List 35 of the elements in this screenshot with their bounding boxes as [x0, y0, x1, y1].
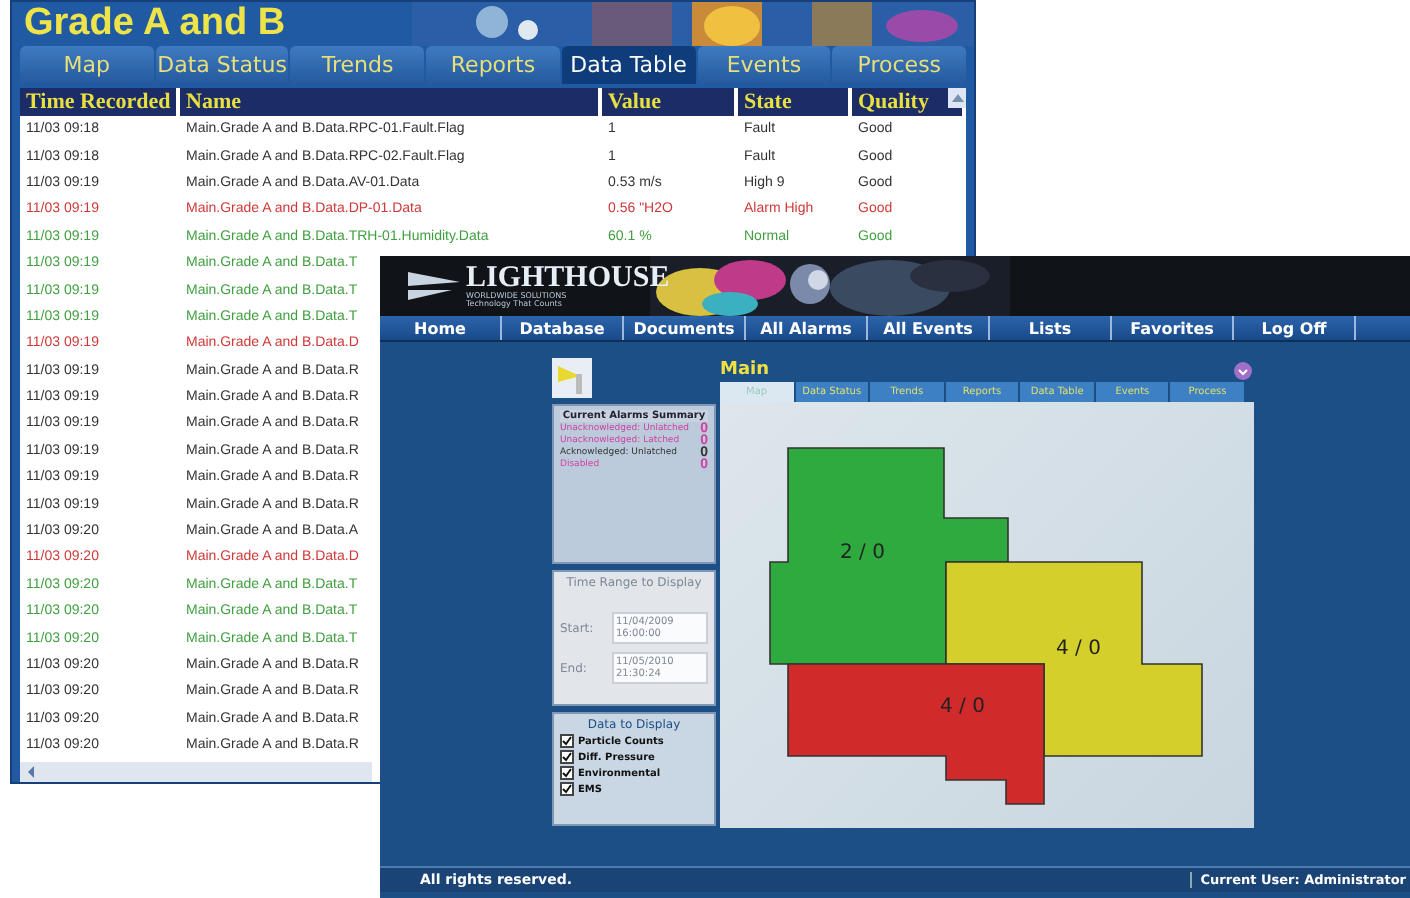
nav-link[interactable]: Home [380, 316, 502, 340]
tab[interactable]: Map [20, 46, 154, 84]
nav-link[interactable]: Documents [624, 316, 746, 340]
column-header[interactable]: Value [602, 88, 734, 116]
checkbox[interactable] [560, 734, 574, 748]
window-title: Grade A and B [22, 2, 286, 46]
scroll-up-icon[interactable] [948, 88, 966, 108]
tab[interactable]: Data Table [561, 46, 696, 84]
tab[interactable]: Reports [426, 46, 560, 84]
column-header[interactable]: State [738, 88, 848, 116]
tab[interactable]: Data Status [155, 46, 289, 84]
navigation-icon[interactable] [1234, 361, 1252, 379]
nav-link[interactable]: Lists [990, 316, 1112, 340]
page-title: Main [720, 360, 770, 380]
checkbox[interactable] [560, 766, 574, 780]
column-header[interactable]: Time Recorded [20, 88, 176, 116]
tab[interactable]: Events [697, 46, 831, 84]
scroll-left-icon[interactable] [26, 766, 38, 778]
lighthouse-logo-icon [408, 268, 460, 304]
room-area[interactable]: 4 / 0 [787, 663, 1045, 805]
checkbox[interactable] [560, 750, 574, 764]
tab[interactable]: Trends [290, 46, 425, 84]
column-header[interactable]: Name [180, 88, 598, 116]
nav-link[interactable]: Favorites [1112, 316, 1234, 340]
column-header[interactable]: Quality [852, 88, 962, 116]
horizontal-scrollbar[interactable] [20, 762, 372, 782]
nav-link[interactable]: All Alarms [746, 316, 868, 340]
room-area[interactable]: 2 / 0 [769, 447, 1009, 665]
nav-link[interactable]: Log Off [1234, 316, 1356, 340]
nav-link[interactable]: All Events [868, 316, 990, 340]
logo-text: LIGHTHOUSE [466, 263, 670, 291]
checkbox[interactable] [560, 782, 574, 796]
nav-link[interactable]: Database [502, 316, 624, 340]
tab[interactable]: Process [832, 46, 967, 84]
floor-plan-icon [552, 358, 592, 398]
